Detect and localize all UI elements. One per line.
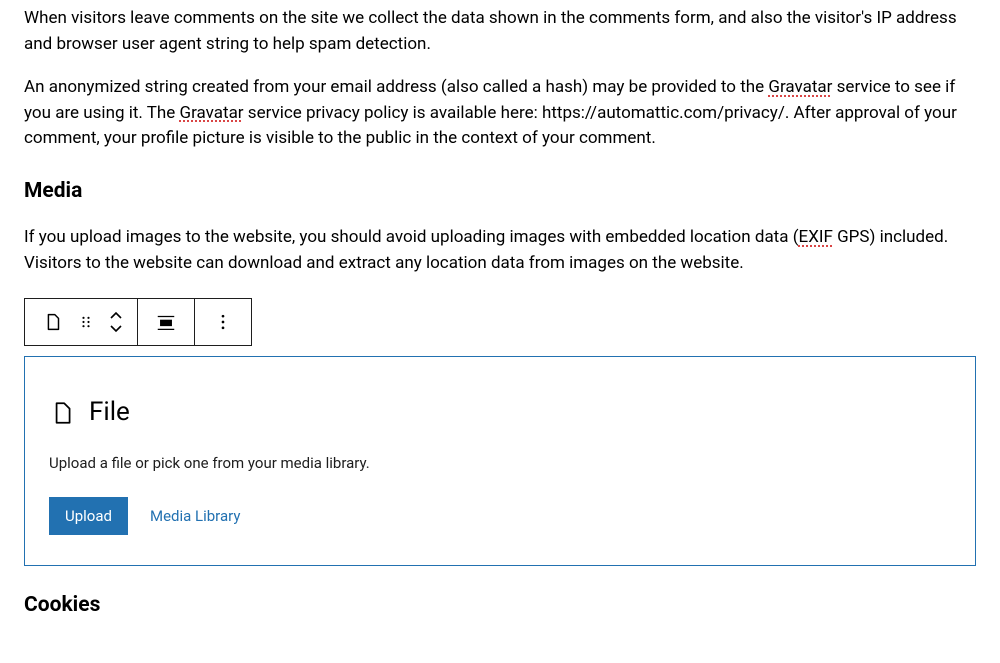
upload-button[interactable]: Upload: [49, 497, 128, 535]
text-segment: An anonymized string created from your e…: [24, 77, 768, 97]
more-options-icon[interactable]: [205, 299, 241, 345]
paragraph-gravatar: An anonymized string created from your e…: [24, 75, 976, 152]
spellcheck-word: EXIF: [799, 227, 833, 247]
spellcheck-word: Gravatar: [768, 77, 832, 97]
toolbar-group-more: [195, 299, 251, 345]
spellcheck-word: Gravatar: [180, 103, 244, 123]
file-block-placeholder: File Upload a file or pick one from your…: [24, 356, 976, 566]
file-block-title: File: [89, 393, 130, 432]
block-toolbar: [24, 298, 252, 346]
file-block-header: File: [49, 393, 951, 432]
toolbar-group-block: [25, 299, 138, 345]
heading-cookies: Cookies: [24, 590, 976, 622]
move-up-down-icon[interactable]: [101, 299, 131, 345]
media-library-button[interactable]: Media Library: [150, 507, 240, 525]
paragraph-comments: When visitors leave comments on the site…: [24, 6, 976, 57]
align-icon[interactable]: [148, 299, 184, 345]
file-block-actions: Upload Media Library: [49, 497, 951, 535]
file-icon: [49, 400, 75, 426]
text-segment: If you upload images to the website, you…: [24, 227, 799, 247]
toolbar-group-align: [138, 299, 195, 345]
file-block-description: Upload a file or pick one from your medi…: [49, 452, 951, 475]
heading-media: Media: [24, 176, 976, 208]
drag-handle-icon[interactable]: [71, 299, 101, 345]
block-type-file-icon[interactable]: [35, 299, 71, 345]
paragraph-media: If you upload images to the website, you…: [24, 225, 976, 276]
